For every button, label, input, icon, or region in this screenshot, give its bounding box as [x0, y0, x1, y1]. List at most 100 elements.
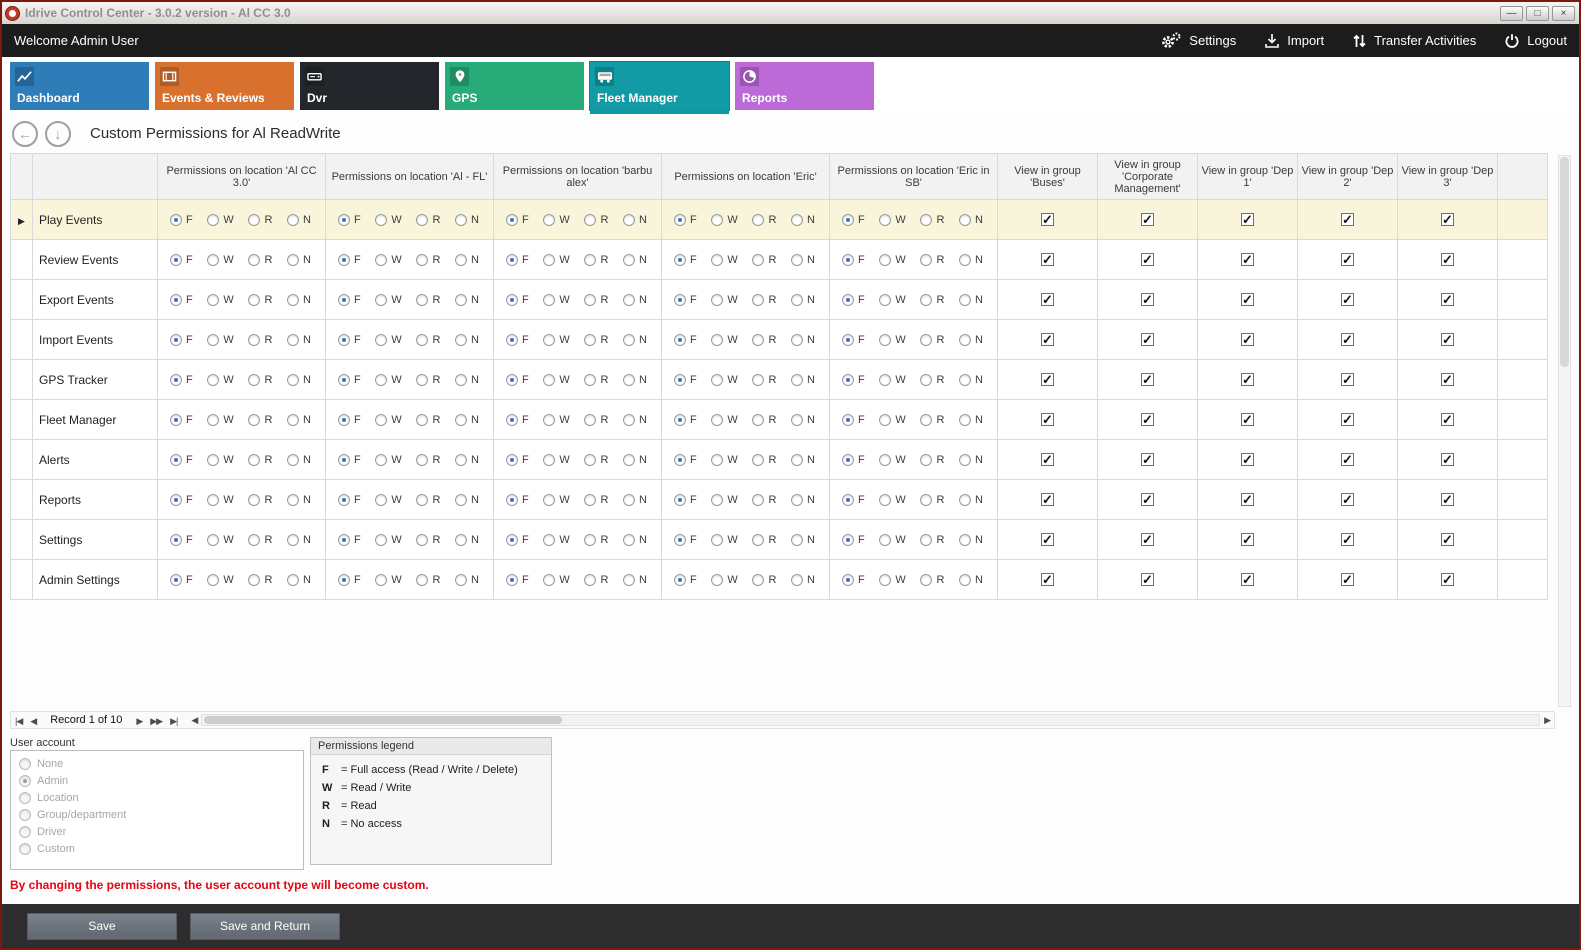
radio-option-w[interactable]: W [879, 494, 905, 506]
radio-option-w[interactable]: W [879, 374, 905, 386]
vscroll-thumb[interactable] [1560, 157, 1569, 367]
radio-option-w[interactable]: W [375, 414, 401, 426]
radio-option-n[interactable]: N [959, 414, 983, 426]
horizontal-scrollbar[interactable]: ◀ ▶ [187, 712, 1554, 728]
radio-option-n[interactable]: N [623, 494, 647, 506]
radio-option-w[interactable]: W [543, 374, 569, 386]
group-checkbox[interactable]: ✓ [1441, 533, 1454, 546]
radio-option-f[interactable]: F [338, 214, 361, 226]
tab-dvr[interactable]: Dvr [300, 62, 439, 110]
tab-events-reviews[interactable]: Events & Reviews [155, 62, 294, 110]
radio-option-w[interactable]: W [207, 414, 233, 426]
radio-option-w[interactable]: W [375, 254, 401, 266]
group-checkbox[interactable]: ✓ [1141, 293, 1154, 306]
group-checkbox[interactable]: ✓ [1441, 413, 1454, 426]
radio-option-n[interactable]: N [623, 334, 647, 346]
group-checkbox[interactable]: ✓ [1141, 533, 1154, 546]
radio-option-r[interactable]: R [752, 414, 776, 426]
group-checkbox[interactable]: ✓ [1441, 573, 1454, 586]
radio-option-r[interactable]: R [752, 214, 776, 226]
radio-option-n[interactable]: N [455, 414, 479, 426]
radio-option-w[interactable]: W [543, 254, 569, 266]
record-next-page-button[interactable]: ▶▶ [146, 716, 166, 726]
radio-option-r[interactable]: R [584, 334, 608, 346]
radio-option-w[interactable]: W [711, 214, 737, 226]
radio-option-r[interactable]: R [416, 534, 440, 546]
radio-option-f[interactable]: F [338, 294, 361, 306]
radio-option-n[interactable]: N [791, 334, 815, 346]
group-checkbox[interactable]: ✓ [1341, 493, 1354, 506]
account-type-option-location[interactable]: Location [19, 792, 295, 804]
settings-button[interactable]: Settings [1160, 32, 1236, 49]
radio-option-f[interactable]: F [506, 534, 529, 546]
group-checkbox[interactable]: ✓ [1441, 453, 1454, 466]
group-checkbox[interactable]: ✓ [1341, 293, 1354, 306]
radio-option-r[interactable]: R [584, 254, 608, 266]
group-checkbox[interactable]: ✓ [1341, 333, 1354, 346]
radio-option-n[interactable]: N [959, 574, 983, 586]
group-checkbox[interactable]: ✓ [1041, 213, 1054, 226]
radio-option-w[interactable]: W [207, 454, 233, 466]
radio-option-f[interactable]: F [338, 414, 361, 426]
radio-option-r[interactable]: R [920, 334, 944, 346]
group-checkbox[interactable]: ✓ [1441, 213, 1454, 226]
radio-option-f[interactable]: F [674, 574, 697, 586]
tab-dashboard[interactable]: Dashboard [10, 62, 149, 110]
back-button[interactable]: ← [12, 121, 38, 147]
hscroll-track[interactable] [201, 714, 1540, 726]
radio-option-w[interactable]: W [543, 214, 569, 226]
record-prev-button[interactable]: ◀ [26, 716, 40, 726]
radio-option-f[interactable]: F [170, 214, 193, 226]
radio-option-r[interactable]: R [416, 414, 440, 426]
radio-option-f[interactable]: F [842, 534, 865, 546]
radio-option-f[interactable]: F [506, 294, 529, 306]
radio-option-n[interactable]: N [287, 374, 311, 386]
radio-option-r[interactable]: R [248, 534, 272, 546]
radio-option-n[interactable]: N [959, 494, 983, 506]
radio-option-r[interactable]: R [416, 294, 440, 306]
radio-option-f[interactable]: F [170, 574, 193, 586]
radio-option-r[interactable]: R [920, 214, 944, 226]
radio-option-f[interactable]: F [674, 454, 697, 466]
radio-option-r[interactable]: R [584, 534, 608, 546]
radio-option-f[interactable]: F [674, 414, 697, 426]
group-checkbox[interactable]: ✓ [1241, 493, 1254, 506]
radio-option-r[interactable]: R [248, 294, 272, 306]
radio-option-f[interactable]: F [338, 494, 361, 506]
radio-option-f[interactable]: F [506, 414, 529, 426]
tab-gps[interactable]: GPS [445, 62, 584, 110]
radio-option-r[interactable]: R [752, 374, 776, 386]
radio-option-f[interactable]: F [506, 454, 529, 466]
group-checkbox[interactable]: ✓ [1341, 453, 1354, 466]
radio-option-f[interactable]: F [842, 374, 865, 386]
radio-option-r[interactable]: R [920, 574, 944, 586]
radio-option-r[interactable]: R [920, 254, 944, 266]
radio-option-r[interactable]: R [416, 334, 440, 346]
save-button[interactable]: Save [27, 913, 177, 940]
account-type-option-group-department[interactable]: Group/department [19, 809, 295, 821]
radio-option-w[interactable]: W [711, 414, 737, 426]
radio-option-r[interactable]: R [248, 494, 272, 506]
radio-option-f[interactable]: F [170, 294, 193, 306]
radio-option-w[interactable]: W [879, 454, 905, 466]
group-checkbox[interactable]: ✓ [1441, 493, 1454, 506]
group-checkbox[interactable]: ✓ [1041, 333, 1054, 346]
radio-option-r[interactable]: R [752, 534, 776, 546]
radio-option-w[interactable]: W [879, 414, 905, 426]
radio-option-w[interactable]: W [879, 294, 905, 306]
radio-option-n[interactable]: N [623, 574, 647, 586]
radio-option-f[interactable]: F [842, 574, 865, 586]
radio-option-r[interactable]: R [752, 494, 776, 506]
radio-option-f[interactable]: F [338, 574, 361, 586]
radio-option-w[interactable]: W [375, 574, 401, 586]
radio-option-f[interactable]: F [506, 374, 529, 386]
radio-option-n[interactable]: N [623, 294, 647, 306]
group-checkbox[interactable]: ✓ [1041, 573, 1054, 586]
radio-option-w[interactable]: W [879, 574, 905, 586]
radio-option-n[interactable]: N [959, 374, 983, 386]
close-button[interactable]: × [1552, 6, 1575, 21]
radio-option-w[interactable]: W [711, 374, 737, 386]
radio-option-r[interactable]: R [248, 214, 272, 226]
radio-option-r[interactable]: R [584, 494, 608, 506]
transfer-activities-button[interactable]: Transfer Activities [1352, 33, 1476, 49]
